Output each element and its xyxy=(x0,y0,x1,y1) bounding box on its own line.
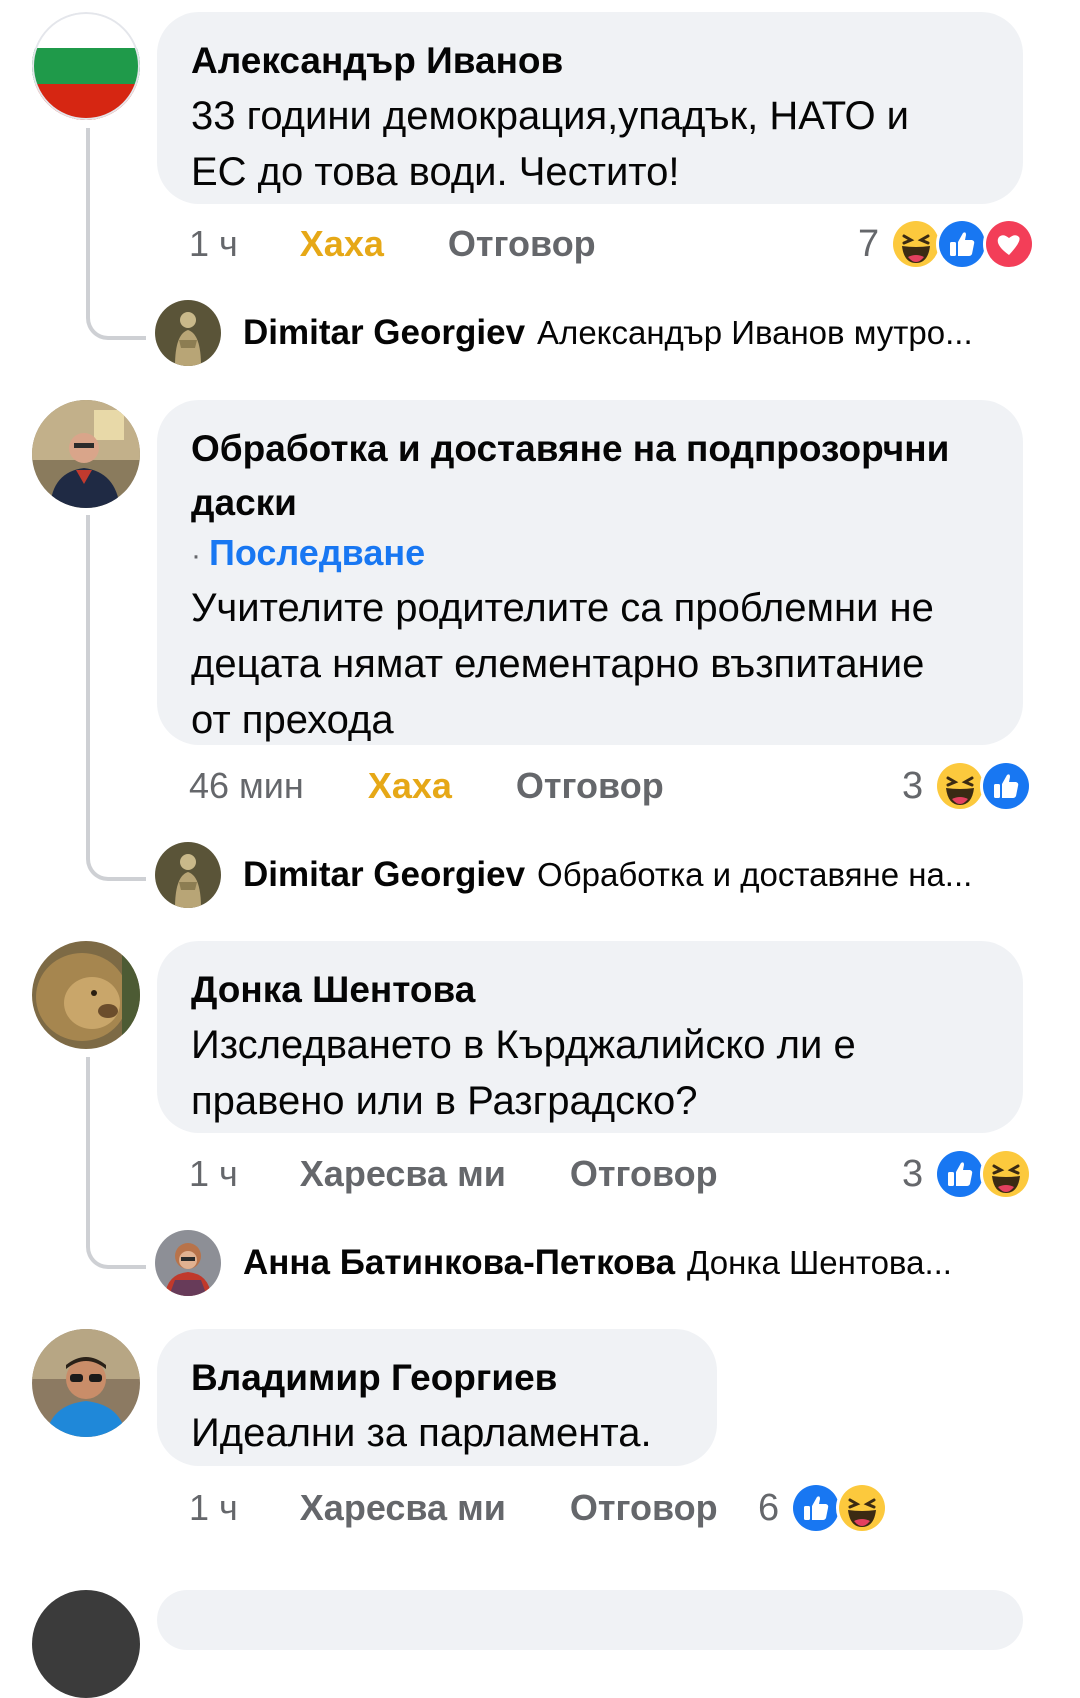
separator-dot: · xyxy=(191,539,201,572)
thread-connector xyxy=(86,128,146,340)
avatar[interactable] xyxy=(32,400,140,508)
comment-actions: 46 мин Хаха Отговор xyxy=(189,764,664,808)
reply-author[interactable]: Dimitar Georgiev xyxy=(243,313,525,352)
haha-icon xyxy=(980,1148,1033,1200)
thread-connector xyxy=(86,1057,146,1269)
reaction-summary[interactable]: 3 xyxy=(902,1148,1033,1200)
statue-avatar xyxy=(155,300,221,366)
comment-bubble: Донка Шентова Изследването в Кърджалийск… xyxy=(157,941,1023,1133)
haha-icon xyxy=(889,218,942,270)
reply-preview-row[interactable]: Анна Батинкова-Петкова Донка Шентова... xyxy=(243,1233,952,1300)
comment-author-line[interactable]: даски xyxy=(191,476,989,530)
avatar[interactable] xyxy=(32,941,140,1049)
comment-text-line: правено или в Разградско? xyxy=(191,1079,698,1123)
comment-time[interactable]: 46 мин xyxy=(189,764,304,808)
avatar[interactable] xyxy=(32,1329,140,1437)
like-icon xyxy=(980,760,1033,812)
reply-avatar[interactable] xyxy=(155,300,221,366)
comment-time[interactable]: 1 ч xyxy=(189,1152,238,1196)
comment-author[interactable]: Александър Иванов xyxy=(191,34,989,88)
like-icon xyxy=(789,1482,842,1534)
statue-avatar xyxy=(155,842,221,908)
haha-icon xyxy=(836,1482,889,1534)
comment-author[interactable]: Владимир Георгиев xyxy=(191,1351,683,1405)
comment-text-line: Учителите родителите са проблемни не xyxy=(191,586,934,630)
comment-text-line: Идеални за парламента. xyxy=(191,1411,652,1455)
reaction-summary[interactable]: 7 xyxy=(858,218,1035,270)
love-icon xyxy=(982,218,1035,270)
comment-author[interactable]: Обработка и доставяне на подпрозорчни xyxy=(191,422,989,476)
reply-button[interactable]: Отговор xyxy=(516,764,664,808)
reply-preview-text: Донка Шентова... xyxy=(687,1244,952,1281)
reaction-count: 6 xyxy=(758,1486,780,1529)
like-button[interactable]: Харесва ми xyxy=(300,1486,506,1530)
man-sunglasses-avatar xyxy=(32,1329,140,1437)
reply-preview-row[interactable]: Dimitar Georgiev Обработка и доставяне на… xyxy=(243,845,972,912)
like-icon xyxy=(933,1148,986,1200)
man-portrait-avatar xyxy=(32,400,140,508)
comment-text-line: ЕС до това води. Честито! xyxy=(191,150,680,194)
reaction-count: 3 xyxy=(902,1152,924,1195)
like-button[interactable]: Харесва ми xyxy=(300,1152,506,1196)
comment-text-line: децата нямат елементарно възпитание xyxy=(191,642,925,686)
comment-text-line: Изследването в Кърджалийско ли е xyxy=(191,1023,856,1067)
lion-avatar xyxy=(32,941,140,1049)
comment-text-line: от прехода xyxy=(191,698,394,742)
reply-preview-text: Обработка и доставяне на... xyxy=(537,856,973,893)
reply-author[interactable]: Анна Батинкова-Петкова xyxy=(243,1243,675,1282)
reply-author[interactable]: Dimitar Georgiev xyxy=(243,855,525,894)
avatar[interactable] xyxy=(32,12,140,120)
follow-row: · Последване xyxy=(191,530,989,576)
comment-bubble: Александър Иванов 33 години демокрация,у… xyxy=(157,12,1023,204)
comment-actions: 1 ч Харесва ми Отговор xyxy=(189,1152,718,1196)
woman-portrait-avatar xyxy=(155,1230,221,1296)
reply-preview-row[interactable]: Dimitar Georgiev Александър Иванов мутро.… xyxy=(243,303,973,370)
comment-actions: 1 ч Харесва ми Отговор xyxy=(189,1486,718,1530)
reaction-summary[interactable]: 3 xyxy=(902,760,1033,812)
comment-time[interactable]: 1 ч xyxy=(189,1486,238,1530)
follow-button[interactable]: Последване xyxy=(209,532,425,573)
comment-bubble: Обработка и доставяне на подпрозорчни да… xyxy=(157,400,1023,745)
bulgarian-flag-avatar xyxy=(32,12,140,120)
comment-bubble: Владимир Георгиев Идеални за парламента. xyxy=(157,1329,717,1466)
reply-button[interactable]: Отговор xyxy=(570,1152,718,1196)
thread-connector xyxy=(86,515,146,881)
comment-author[interactable]: Донка Шентова xyxy=(191,963,989,1017)
reply-avatar[interactable] xyxy=(155,1230,221,1296)
reply-button[interactable]: Отговор xyxy=(448,222,596,266)
reaction-haha-button[interactable]: Хаха xyxy=(300,222,384,266)
next-comment-avatar-edge xyxy=(32,1590,140,1698)
reaction-count: 7 xyxy=(858,222,880,265)
reply-avatar[interactable] xyxy=(155,842,221,908)
reaction-summary[interactable]: 6 xyxy=(758,1482,889,1534)
reaction-count: 3 xyxy=(902,764,924,807)
reaction-haha-button[interactable]: Хаха xyxy=(368,764,452,808)
comment-actions: 1 ч Хаха Отговор xyxy=(189,222,596,266)
haha-icon xyxy=(933,760,986,812)
reply-preview-text: Александър Иванов мутро... xyxy=(537,314,973,351)
next-comment-bubble-edge xyxy=(157,1590,1023,1650)
like-icon xyxy=(936,218,989,270)
comment-text-line: 33 години демокрация,упадък, НАТО и xyxy=(191,94,910,138)
comment-time[interactable]: 1 ч xyxy=(189,222,238,266)
reply-button[interactable]: Отговор xyxy=(570,1486,718,1530)
